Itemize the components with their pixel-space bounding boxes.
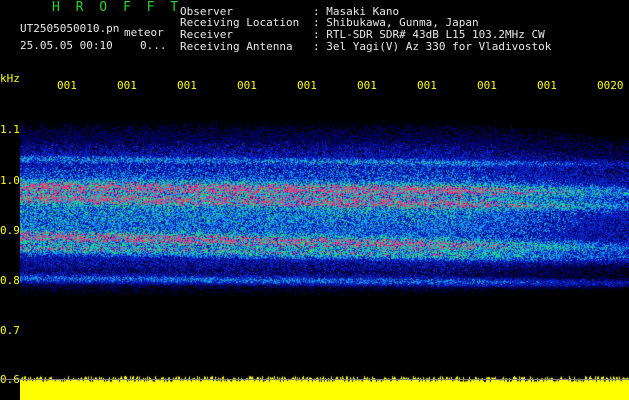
datetime: 25.05.05 00:10 (20, 39, 113, 52)
freq-tick-label: 1.1 (0, 123, 20, 136)
time-tick-label: 001 (537, 79, 557, 92)
baseline (0, 379, 629, 380)
header-label-antenna: Receiving Antenna (180, 40, 293, 53)
power-level-trace (20, 372, 629, 400)
freq-tick-label: 0.8 (0, 274, 20, 287)
time-tick-label: 001 (57, 79, 77, 92)
app-title: H R O F F T (52, 0, 183, 15)
freq-unit-label: kHz (0, 72, 20, 85)
time-tick-label: 001 (477, 79, 497, 92)
time-tick-label: 0020 (597, 79, 624, 92)
time-tick-label: 001 (357, 79, 377, 92)
time-tick-label: 001 (297, 79, 317, 92)
header-value-antenna: : 3el Yagi(V) Az 330 for Vladivostok (313, 40, 552, 53)
counter: 0... (140, 39, 167, 52)
time-tick-label: 001 (237, 79, 257, 92)
freq-tick-label: 0.6 (0, 373, 20, 386)
spectrogram (20, 98, 629, 370)
freq-tick-label: 1.0 (0, 174, 20, 187)
time-tick-label: 001 (117, 79, 137, 92)
time-tick-label: 001 (177, 79, 197, 92)
file-name: UT2505050010.pn (20, 22, 120, 35)
time-tick-label: 001 (417, 79, 437, 92)
freq-tick-label: 0.9 (0, 224, 20, 237)
freq-tick-label: 0.7 (0, 324, 20, 337)
mode-label: meteor (124, 26, 164, 39)
